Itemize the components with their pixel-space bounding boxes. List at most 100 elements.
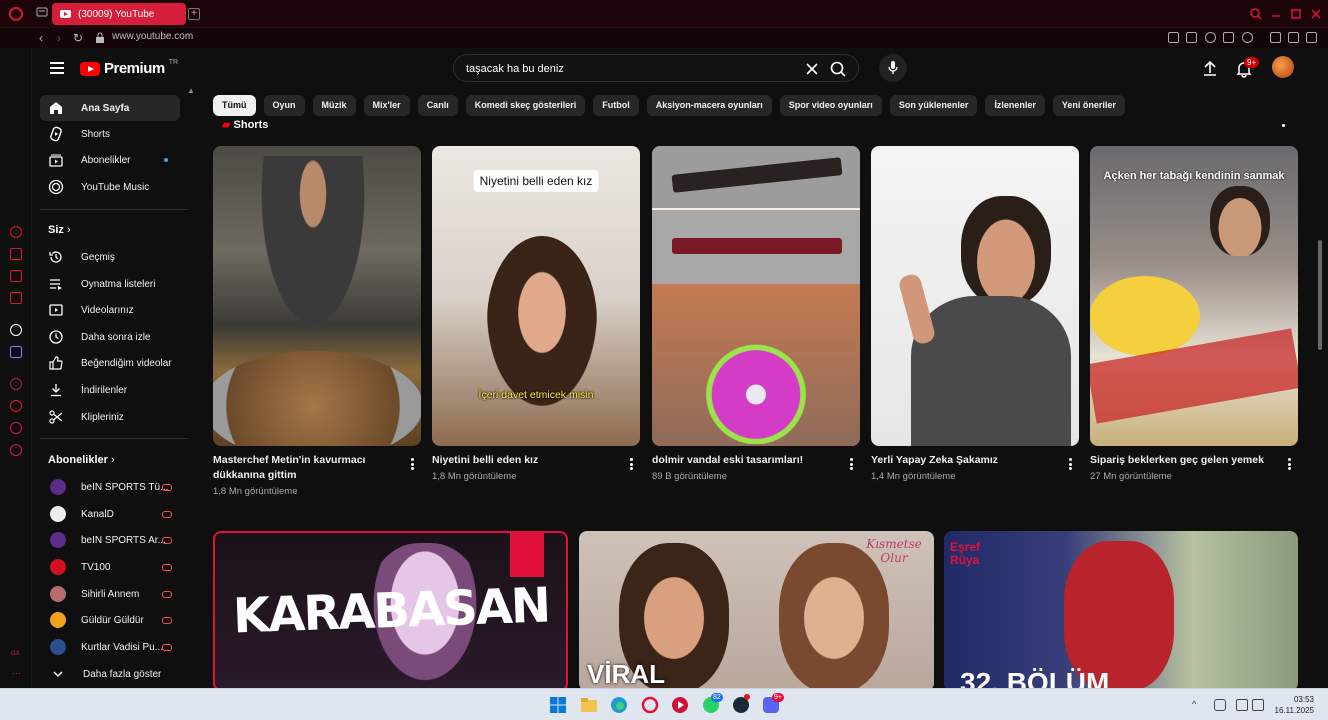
new-tab-button[interactable]: + xyxy=(188,8,200,20)
sidebar-item-home[interactable]: Ana Sayfa xyxy=(40,95,180,121)
sidebar-scroll-up-icon[interactable]: ▲ xyxy=(187,86,195,95)
aria-icon[interactable] xyxy=(10,226,22,238)
account-avatar[interactable] xyxy=(1272,56,1294,78)
short-thumbnail[interactable]: Niyetini belli eden kız İçeri davet etmi… xyxy=(432,146,640,446)
file-explorer-icon[interactable] xyxy=(580,696,598,714)
reload-icon[interactable]: ↻ xyxy=(71,31,85,45)
subscriptions-section-heading[interactable]: Abonelikler › xyxy=(48,454,115,466)
video-thumbnail[interactable]: KARABASAN xyxy=(213,531,568,691)
more-options-icon[interactable] xyxy=(630,458,634,470)
sidebar-item-clips[interactable]: Klipleriniz xyxy=(40,404,180,430)
chip[interactable]: Tümü xyxy=(213,95,256,116)
more-options-icon[interactable] xyxy=(411,458,415,470)
chip[interactable]: Aksiyon-macera oyunları xyxy=(646,95,772,116)
clear-search-icon[interactable] xyxy=(804,61,820,77)
short-title[interactable]: Masterchef Metin'in kavurmacı dükkanına … xyxy=(213,453,393,483)
sidebar-item-watch-later[interactable]: Daha sonra izle xyxy=(40,324,180,350)
chip[interactable]: Komedi skeç gösterileri xyxy=(465,95,586,116)
subscription-channel[interactable]: Kurtlar Vadisi Pu... xyxy=(40,634,188,660)
search-tabs-icon[interactable] xyxy=(1248,6,1264,22)
sidebar-item-shorts[interactable]: Shorts xyxy=(40,121,180,147)
chip[interactable]: Oyun xyxy=(263,95,305,116)
short-card[interactable]: Açken her tabağı kendinin sanmak Sipariş… xyxy=(1090,146,1298,482)
more-options-icon[interactable] xyxy=(1069,458,1073,470)
short-title[interactable]: dolmir vandal eski tasarımları! xyxy=(652,453,832,468)
sidebar-item-playlists[interactable]: Oynatma listeleri xyxy=(40,271,180,297)
chip[interactable]: Müzik xyxy=(312,95,356,116)
chip[interactable]: Mix'ler xyxy=(363,95,410,116)
sidebar-item-liked-videos[interactable]: Beğendiğim videolar xyxy=(40,350,180,376)
subscription-channel[interactable]: TV100 xyxy=(40,554,188,580)
maximize-icon[interactable] xyxy=(1288,6,1304,22)
instagram-icon[interactable] xyxy=(10,292,22,304)
heart-icon[interactable] xyxy=(1242,32,1253,43)
short-title[interactable]: Yerli Yapay Zeka Şakamız xyxy=(871,453,1051,468)
start-icon[interactable] xyxy=(549,696,567,714)
sidebar-item-downloads[interactable]: İndirilenler xyxy=(40,377,180,403)
tray-overflow-icon[interactable]: ^ xyxy=(1192,699,1204,711)
sidebar-item-history[interactable]: Geçmiş xyxy=(40,244,180,270)
subscription-channel[interactable]: beIN SPORTS Tü... xyxy=(40,474,188,500)
player-sidebar-icon[interactable] xyxy=(10,378,22,390)
sidebar-item-your-videos[interactable]: Videolarınız xyxy=(40,297,180,323)
opera-logo-icon[interactable] xyxy=(9,7,23,21)
gx-icon[interactable]: GX xyxy=(11,651,20,657)
media-player-icon[interactable] xyxy=(671,696,689,714)
settings-sidebar-icon[interactable] xyxy=(10,444,22,456)
search-icon[interactable] xyxy=(829,60,847,78)
minimize-icon[interactable] xyxy=(1268,6,1284,22)
player-icon[interactable] xyxy=(1223,32,1234,43)
youtube-logo[interactable]: Premium TR xyxy=(80,59,178,77)
more-sidebar-icon[interactable]: ··· xyxy=(12,668,21,678)
chip[interactable]: Yeni öneriler xyxy=(1052,95,1125,116)
search-input[interactable]: taşacak ha bu deniz xyxy=(453,54,859,82)
subscription-channel[interactable]: Sihirli Annem xyxy=(40,581,188,607)
tab-youtube[interactable]: (30009) YouTube xyxy=(52,3,186,25)
chip[interactable]: Canlı xyxy=(417,95,458,116)
video-thumbnail[interactable]: Eşref Rüya 32. BÖLÜM xyxy=(944,531,1298,691)
microphone-tray-icon[interactable] xyxy=(1214,699,1226,711)
short-title[interactable]: Niyetini belli eden kız xyxy=(432,453,612,468)
more-options-icon[interactable] xyxy=(850,458,854,470)
sidebar-item-music[interactable]: YouTube Music xyxy=(40,174,180,200)
account-icon[interactable] xyxy=(1270,32,1281,43)
show-more-button[interactable]: Daha fazla göster xyxy=(40,661,188,687)
url-field[interactable]: www.youtube.com xyxy=(112,31,193,42)
ai-icon[interactable] xyxy=(10,324,22,336)
short-thumbnail[interactable]: Açken her tabağı kendinin sanmak xyxy=(1090,146,1298,446)
you-section-heading[interactable]: Siz › xyxy=(48,224,71,236)
downloads-icon[interactable] xyxy=(1288,32,1299,43)
short-card[interactable]: Niyetini belli eden kız İçeri davet etmi… xyxy=(432,146,640,482)
messenger-icon[interactable] xyxy=(10,248,22,260)
workspaces-icon[interactable] xyxy=(36,6,48,18)
forward-icon[interactable]: › xyxy=(52,31,66,45)
subscription-channel[interactable]: KanalD xyxy=(40,501,188,527)
edge-icon[interactable] xyxy=(610,696,628,714)
short-thumbnail[interactable] xyxy=(652,146,860,446)
twitch-icon[interactable] xyxy=(10,346,22,358)
chip[interactable]: Son yüklenenler xyxy=(889,95,978,116)
back-icon[interactable]: ‹ xyxy=(34,31,48,45)
volume-icon[interactable] xyxy=(1252,699,1264,711)
menu-icon[interactable] xyxy=(1306,32,1317,43)
telegram-icon[interactable] xyxy=(10,270,22,282)
short-card[interactable]: Yerli Yapay Zeka Şakamız 1,4 Mn görüntül… xyxy=(871,146,1079,482)
subscription-channel[interactable]: Güldür Güldür xyxy=(40,607,188,633)
network-icon[interactable] xyxy=(1236,699,1248,711)
hamburger-menu-icon[interactable] xyxy=(50,62,64,74)
chip[interactable]: Futbol xyxy=(593,95,639,116)
chip[interactable]: İzlenenler xyxy=(985,95,1045,116)
system-clock[interactable]: 03:53 16.11.2025 xyxy=(1275,694,1314,716)
video-thumbnail[interactable]: VİRAL Kısmetse Olur xyxy=(579,531,934,691)
chip[interactable]: Spor video oyunları xyxy=(779,95,882,116)
voice-search-button[interactable] xyxy=(879,54,907,82)
pin-icon[interactable] xyxy=(1168,32,1179,43)
vpn-icon[interactable] xyxy=(1205,32,1216,43)
short-thumbnail[interactable] xyxy=(213,146,421,446)
short-thumbnail[interactable] xyxy=(871,146,1079,446)
short-card[interactable]: dolmir vandal eski tasarımları! 89 B gör… xyxy=(652,146,860,482)
upload-icon[interactable] xyxy=(1200,59,1220,79)
sidebar-item-subscriptions[interactable]: Abonelikler xyxy=(40,147,180,173)
history-sidebar-icon[interactable] xyxy=(10,400,22,412)
snapshot-icon[interactable] xyxy=(1186,32,1197,43)
